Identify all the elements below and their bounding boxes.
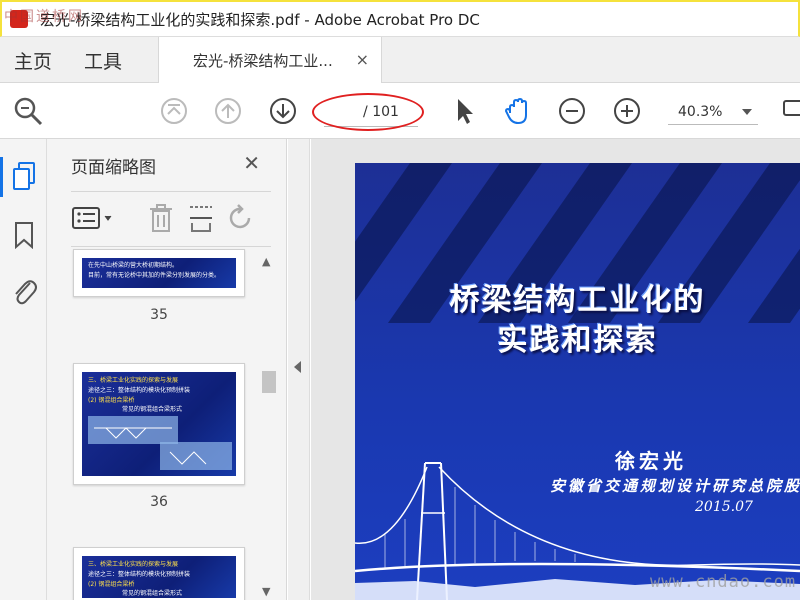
hand-tool-icon[interactable] <box>502 95 534 127</box>
window-titlebar: 宏光-桥梁结构工业化的实践和探索.pdf - Adobe Acrobat Pro… <box>0 0 800 37</box>
thumbnail-image: 在先中山桥梁的营大桥初期结构。 目前，常有无论桥中其加的件梁分别发展的分类。 <box>82 258 236 288</box>
panel-divider <box>71 191 271 192</box>
tab-home[interactable]: 主页 <box>14 47 52 74</box>
first-page-icon[interactable] <box>158 95 190 127</box>
thumbnail-image: 三、桥梁工业化实践的探索与发展 途径之三：整体结构的模块化预制拼装 (2) 钢混… <box>82 556 236 598</box>
document-view[interactable]: 桥梁结构工业化的 实践和探索 徐宏光 安徽省交通规划设计研究总院股 2015.0… <box>311 139 800 600</box>
watermark-top-left: 中国道桥网 <box>4 9 84 25</box>
thumbnail-label-35: 35 <box>150 307 168 323</box>
previous-page-icon[interactable] <box>212 95 244 127</box>
panel-divider <box>71 246 271 247</box>
scroll-up-icon[interactable]: ▲ <box>262 255 270 268</box>
chevron-left-icon <box>294 361 301 373</box>
search-zoom-icon[interactable] <box>12 95 44 127</box>
zoom-dropdown[interactable]: 40.3% <box>668 99 758 125</box>
main-toolbar: / 101 40.3% <box>0 83 800 139</box>
watermark-bottom-right: www.cndao.com <box>650 572 797 592</box>
scrollbar-thumb[interactable] <box>262 371 276 393</box>
zoom-in-icon[interactable] <box>611 95 643 127</box>
pdf-page: 桥梁结构工业化的 实践和探索 徐宏光 安徽省交通规划设计研究总院股 2015.0… <box>355 163 800 600</box>
rail-selection-indicator <box>0 157 3 197</box>
zoom-out-icon[interactable] <box>556 95 588 127</box>
insert-page-icon[interactable] <box>187 201 215 235</box>
panel-close-button[interactable]: ✕ <box>243 151 260 175</box>
tab-close-button[interactable]: × <box>356 50 369 69</box>
thumbnail-image: 三、桥梁工业化实践的探索与发展 途径之三：整体结构的模块化预制拼装 (2) 钢混… <box>82 372 236 476</box>
red-annotation-circle <box>312 93 424 131</box>
tab-bar: 主页 工具 宏光-桥梁结构工业... × <box>0 37 800 83</box>
navigation-rail <box>0 139 47 600</box>
thumbnail-options-icon[interactable] <box>71 201 115 235</box>
delete-page-icon[interactable] <box>147 201 175 235</box>
tab-tools[interactable]: 工具 <box>84 47 122 74</box>
thumbnail-page-37[interactable]: 三、桥梁工业化实践的探索与发展 途径之三：整体结构的模块化预制拼装 (2) 钢混… <box>73 547 245 600</box>
slide-title-line2: 实践和探索 <box>497 323 658 358</box>
window-title: 宏光-桥梁结构工业化的实践和探索.pdf - Adobe Acrobat Pro… <box>40 10 480 29</box>
thumbnails-panel: 页面缩略图 ✕ 在先中山桥梁的营大桥初期结构。 目前，常有无论桥中其加的件梁分别… <box>47 139 287 600</box>
next-page-icon[interactable] <box>267 95 299 127</box>
bookmark-icon[interactable] <box>13 221 35 249</box>
rotate-page-icon[interactable] <box>227 201 255 235</box>
comment-tool-icon[interactable] <box>780 95 800 127</box>
panel-title: 页面缩略图 <box>71 158 156 178</box>
zoom-value: 40.3% <box>678 103 723 120</box>
chevron-down-icon <box>742 109 752 115</box>
tab-document[interactable]: 宏光-桥梁结构工业... × <box>158 37 382 83</box>
thumbnail-page-35[interactable]: 在先中山桥梁的营大桥初期结构。 目前，常有无论桥中其加的件梁分别发展的分类。 <box>73 249 245 297</box>
thumbnail-scrollbar[interactable]: ▲ ▼ <box>260 253 276 600</box>
scroll-down-icon[interactable]: ▼ <box>262 585 270 598</box>
bridge-diagram-icon <box>88 416 232 470</box>
thumbnail-page-36[interactable]: 三、桥梁工业化实践的探索与发展 途径之三：整体结构的模块化预制拼装 (2) 钢混… <box>73 363 245 485</box>
page-thumbnails-icon[interactable] <box>11 161 37 191</box>
panel-collapse-handle[interactable] <box>288 139 310 600</box>
select-cursor-icon[interactable] <box>448 95 480 127</box>
slide-title-line1: 桥梁结构工业化的 <box>449 283 706 318</box>
tab-document-label: 宏光-桥梁结构工业... <box>193 51 333 70</box>
attachment-icon[interactable] <box>10 275 38 307</box>
thumbnail-label-36: 36 <box>150 494 168 510</box>
